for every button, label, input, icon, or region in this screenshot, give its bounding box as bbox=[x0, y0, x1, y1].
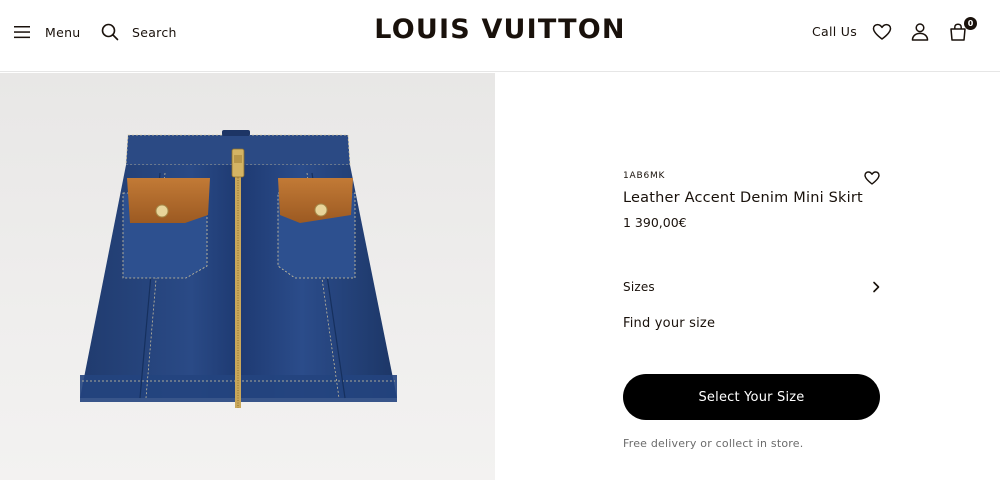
add-to-wishlist-heart-icon[interactable] bbox=[863, 169, 881, 187]
bag-count-badge: 0 bbox=[964, 17, 977, 30]
product-name: Leather Accent Denim Mini Skirt bbox=[623, 190, 863, 206]
find-your-size-link[interactable]: Find your size bbox=[623, 316, 715, 331]
delivery-info: Free delivery or collect in store. bbox=[623, 437, 804, 450]
product-image[interactable] bbox=[0, 73, 495, 480]
denim-skirt-illustration bbox=[80, 130, 397, 408]
account-icon[interactable] bbox=[909, 21, 931, 43]
chevron-right-icon bbox=[873, 281, 880, 293]
sizes-selector[interactable]: Sizes bbox=[623, 276, 881, 298]
call-us-link[interactable]: Call Us bbox=[812, 24, 857, 39]
product-price: 1 390,00€ bbox=[623, 215, 687, 230]
product-details-panel: 1AB6MK Leather Accent Denim Mini Skirt 1… bbox=[495, 73, 1000, 480]
heart-icon[interactable] bbox=[871, 21, 893, 43]
product-sku: 1AB6MK bbox=[623, 171, 666, 181]
select-your-size-button[interactable]: Select Your Size bbox=[623, 374, 880, 420]
sizes-label: Sizes bbox=[623, 280, 655, 294]
site-header: Menu Search LOUIS VUITTON Call Us 0 bbox=[0, 0, 1000, 72]
